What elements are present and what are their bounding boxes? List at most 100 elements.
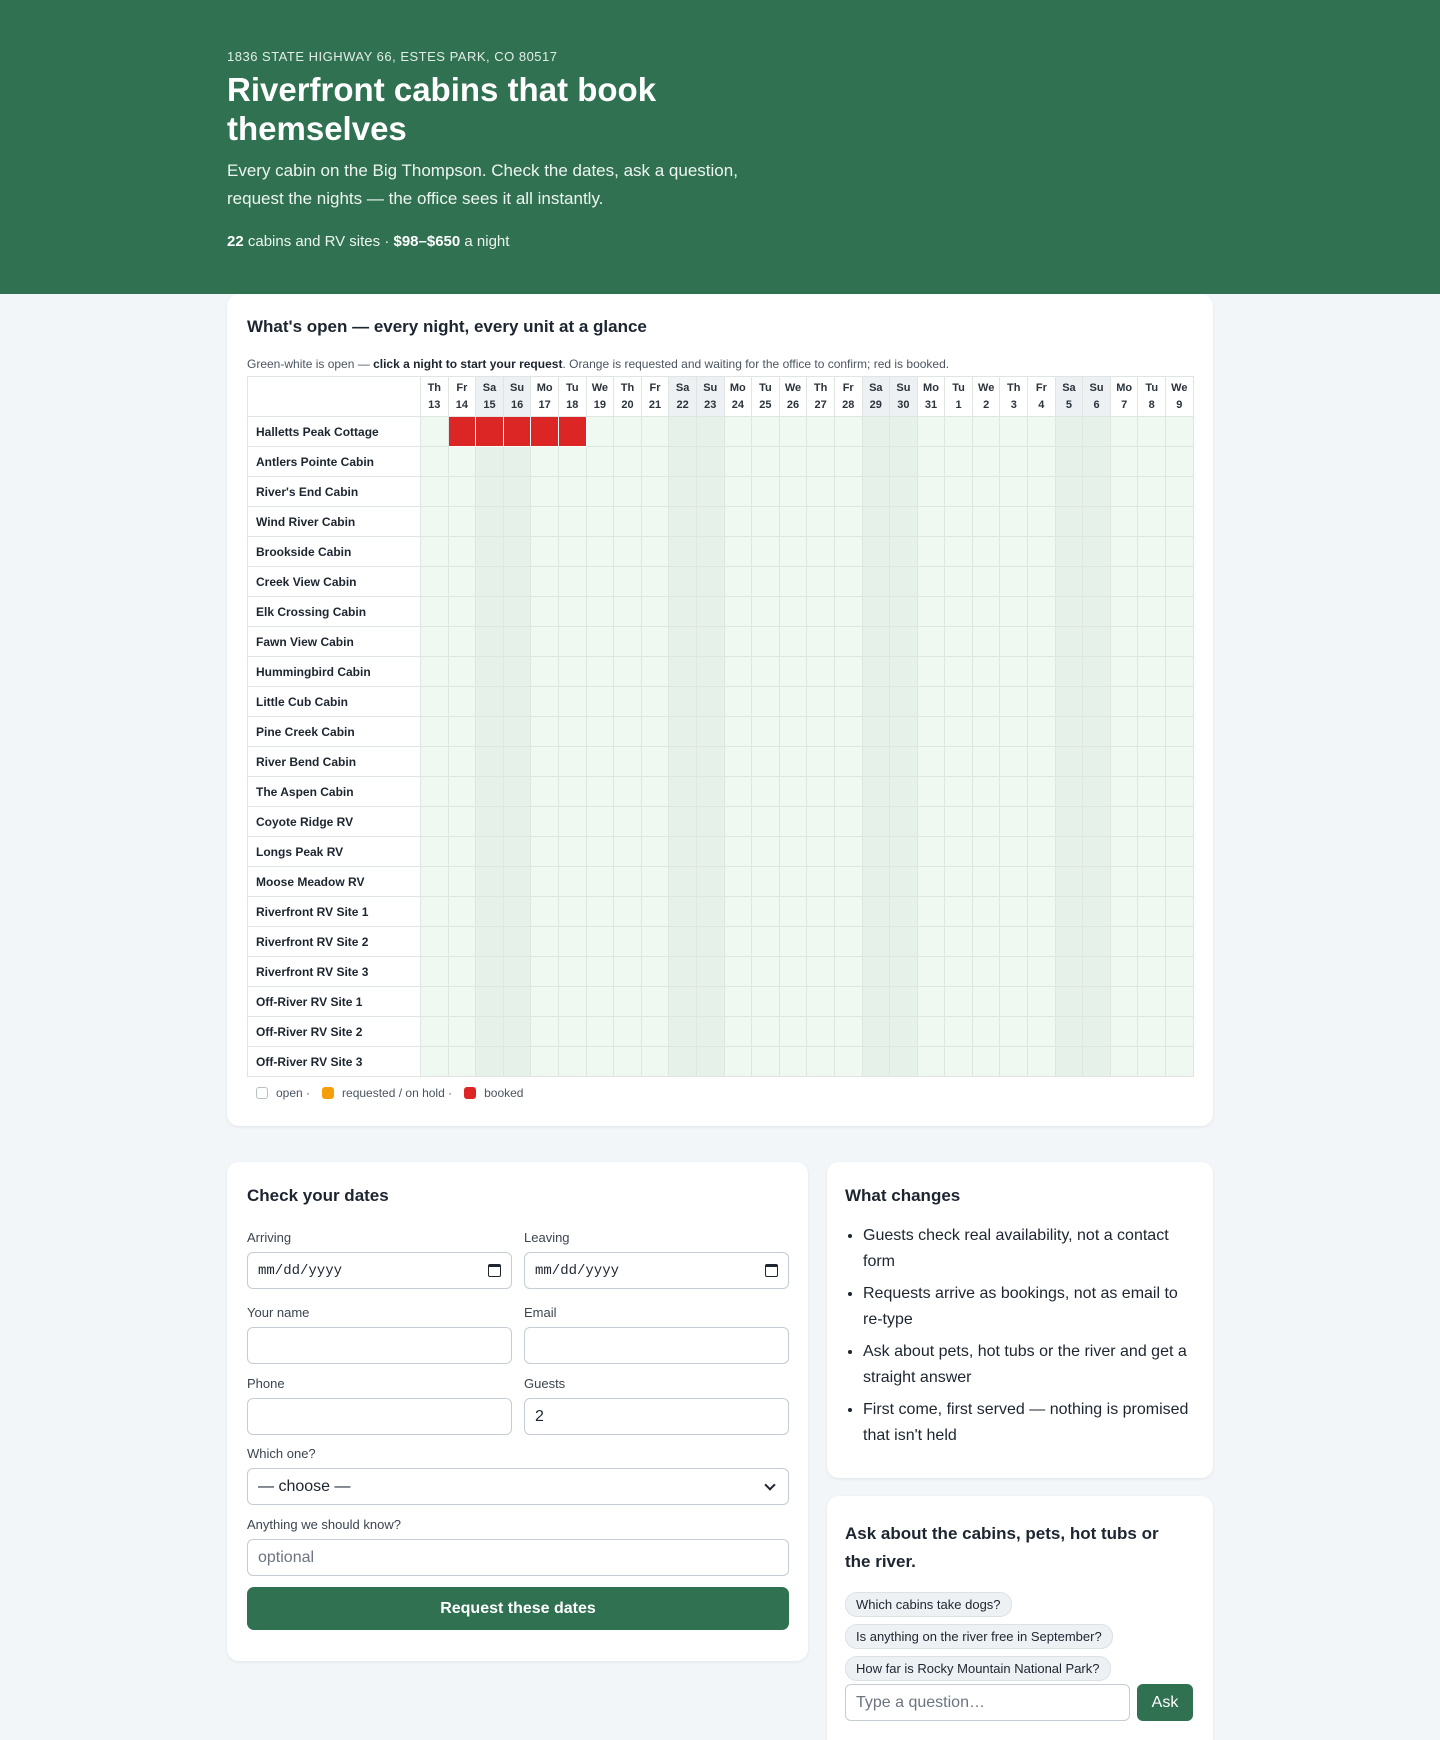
- night-cell-open[interactable]: [723, 866, 753, 897]
- night-cell-open[interactable]: [1082, 686, 1111, 717]
- night-cell-open[interactable]: [751, 476, 780, 507]
- night-cell-open[interactable]: [833, 566, 863, 597]
- night-cell-open[interactable]: [695, 416, 725, 447]
- night-cell-open[interactable]: [916, 776, 946, 807]
- night-cell-open[interactable]: [806, 716, 835, 747]
- night-cell-open[interactable]: [613, 656, 642, 687]
- night-cell-open[interactable]: [668, 836, 697, 867]
- night-cell-open[interactable]: [585, 566, 615, 597]
- night-cell-open[interactable]: [723, 716, 753, 747]
- night-cell-open[interactable]: [778, 716, 808, 747]
- night-cell-open[interactable]: [889, 716, 918, 747]
- night-cell-open[interactable]: [585, 1016, 615, 1047]
- night-cell-open[interactable]: [640, 626, 670, 657]
- night-cell-open[interactable]: [833, 866, 863, 897]
- night-cell-open[interactable]: [999, 776, 1029, 807]
- night-cell-open[interactable]: [557, 746, 587, 777]
- night-cell-open[interactable]: [1109, 896, 1139, 927]
- night-cell-open[interactable]: [999, 506, 1029, 537]
- night-cell-open[interactable]: [502, 626, 532, 657]
- night-cell-open[interactable]: [778, 416, 808, 447]
- night-cell-open[interactable]: [944, 1016, 973, 1047]
- night-cell-open[interactable]: [1109, 716, 1139, 747]
- night-cell-open[interactable]: [640, 656, 670, 687]
- night-cell-open[interactable]: [889, 596, 918, 627]
- night-cell-open[interactable]: [861, 806, 891, 837]
- night-cell-open[interactable]: [557, 686, 587, 717]
- night-cell-open[interactable]: [751, 806, 780, 837]
- night-cell-open[interactable]: [751, 836, 780, 867]
- night-cell-open[interactable]: [916, 416, 946, 447]
- night-cell-open[interactable]: [1027, 806, 1056, 837]
- night-cell-open[interactable]: [447, 896, 477, 927]
- night-cell-open[interactable]: [585, 416, 615, 447]
- night-cell-open[interactable]: [1054, 446, 1084, 477]
- night-cell-open[interactable]: [889, 866, 918, 897]
- night-cell-open[interactable]: [833, 956, 863, 987]
- night-cell-open[interactable]: [999, 596, 1029, 627]
- night-cell-open[interactable]: [420, 416, 449, 447]
- night-cell-open[interactable]: [1137, 416, 1167, 447]
- night-cell-open[interactable]: [420, 806, 449, 837]
- night-cell-open[interactable]: [447, 926, 477, 957]
- night-cell-open[interactable]: [723, 686, 753, 717]
- night-cell-open[interactable]: [1165, 626, 1194, 657]
- night-cell-open[interactable]: [971, 596, 1001, 627]
- night-cell-open[interactable]: [530, 956, 559, 987]
- night-cell-open[interactable]: [861, 956, 891, 987]
- night-cell-open[interactable]: [447, 806, 477, 837]
- night-cell-open[interactable]: [557, 446, 587, 477]
- night-cell-open[interactable]: [585, 866, 615, 897]
- night-cell-open[interactable]: [889, 1016, 918, 1047]
- night-cell-open[interactable]: [502, 536, 532, 567]
- night-cell-open[interactable]: [695, 656, 725, 687]
- night-cell-open[interactable]: [1109, 686, 1139, 717]
- night-cell-open[interactable]: [668, 686, 697, 717]
- night-cell-open[interactable]: [1137, 926, 1167, 957]
- night-cell-open[interactable]: [751, 986, 780, 1017]
- night-cell-open[interactable]: [447, 596, 477, 627]
- night-cell-open[interactable]: [613, 1046, 642, 1077]
- night-cell-open[interactable]: [502, 1046, 532, 1077]
- night-cell-open[interactable]: [530, 986, 559, 1017]
- night-cell-open[interactable]: [557, 506, 587, 537]
- night-cell-open[interactable]: [971, 1046, 1001, 1077]
- night-cell-open[interactable]: [1137, 626, 1167, 657]
- night-cell-open[interactable]: [640, 446, 670, 477]
- night-cell-open[interactable]: [1137, 806, 1167, 837]
- night-cell-open[interactable]: [723, 776, 753, 807]
- night-cell-open[interactable]: [999, 416, 1029, 447]
- night-cell-open[interactable]: [695, 926, 725, 957]
- night-cell-open[interactable]: [640, 776, 670, 807]
- night-cell-open[interactable]: [999, 866, 1029, 897]
- night-cell-open[interactable]: [447, 656, 477, 687]
- night-cell-open[interactable]: [613, 806, 642, 837]
- night-cell-open[interactable]: [640, 926, 670, 957]
- night-cell-open[interactable]: [751, 686, 780, 717]
- night-cell-open[interactable]: [695, 866, 725, 897]
- night-cell-open[interactable]: [1054, 866, 1084, 897]
- night-cell-open[interactable]: [723, 896, 753, 927]
- night-cell-open[interactable]: [1082, 656, 1111, 687]
- night-cell-open[interactable]: [475, 986, 504, 1017]
- night-cell-open[interactable]: [1082, 416, 1111, 447]
- night-cell-open[interactable]: [613, 626, 642, 657]
- night-cell-open[interactable]: [833, 446, 863, 477]
- night-cell-open[interactable]: [1082, 746, 1111, 777]
- night-cell-open[interactable]: [1109, 506, 1139, 537]
- night-cell-open[interactable]: [861, 446, 891, 477]
- night-cell-open[interactable]: [530, 716, 559, 747]
- night-cell-open[interactable]: [806, 506, 835, 537]
- night-cell-open[interactable]: [1109, 986, 1139, 1017]
- night-cell-open[interactable]: [1027, 836, 1056, 867]
- night-cell-open[interactable]: [420, 506, 449, 537]
- night-cell-booked[interactable]: [475, 416, 504, 447]
- night-cell-open[interactable]: [1165, 506, 1194, 537]
- night-cell-open[interactable]: [1137, 776, 1167, 807]
- night-cell-open[interactable]: [1082, 716, 1111, 747]
- night-cell-open[interactable]: [999, 926, 1029, 957]
- night-cell-open[interactable]: [585, 446, 615, 477]
- night-cell-open[interactable]: [944, 866, 973, 897]
- night-cell-open[interactable]: [999, 836, 1029, 867]
- night-cell-open[interactable]: [585, 836, 615, 867]
